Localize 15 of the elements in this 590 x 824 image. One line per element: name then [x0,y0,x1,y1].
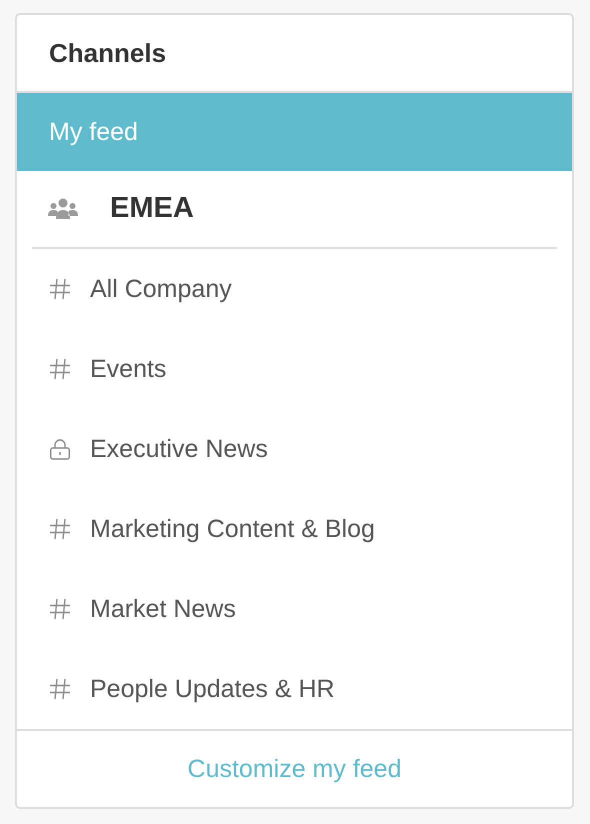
channel-item[interactable]: Marketing Content & Blog [17,489,572,569]
channel-item[interactable]: All Company [17,249,572,329]
channel-item[interactable]: Executive News [17,409,572,489]
channel-item[interactable]: Market News [17,569,572,649]
hash-icon [49,598,71,620]
hash-icon [49,678,71,700]
hash-icon [49,358,71,380]
lock-icon [49,438,71,460]
panel-title: Channels [49,38,166,68]
group-name[interactable]: EMEA [110,192,194,226]
hash-icon [49,518,71,540]
channel-item[interactable]: People Updates & HR [17,649,572,729]
people-icon [48,198,78,220]
hash-icon [49,278,71,300]
channel-item[interactable]: Events [17,329,572,409]
